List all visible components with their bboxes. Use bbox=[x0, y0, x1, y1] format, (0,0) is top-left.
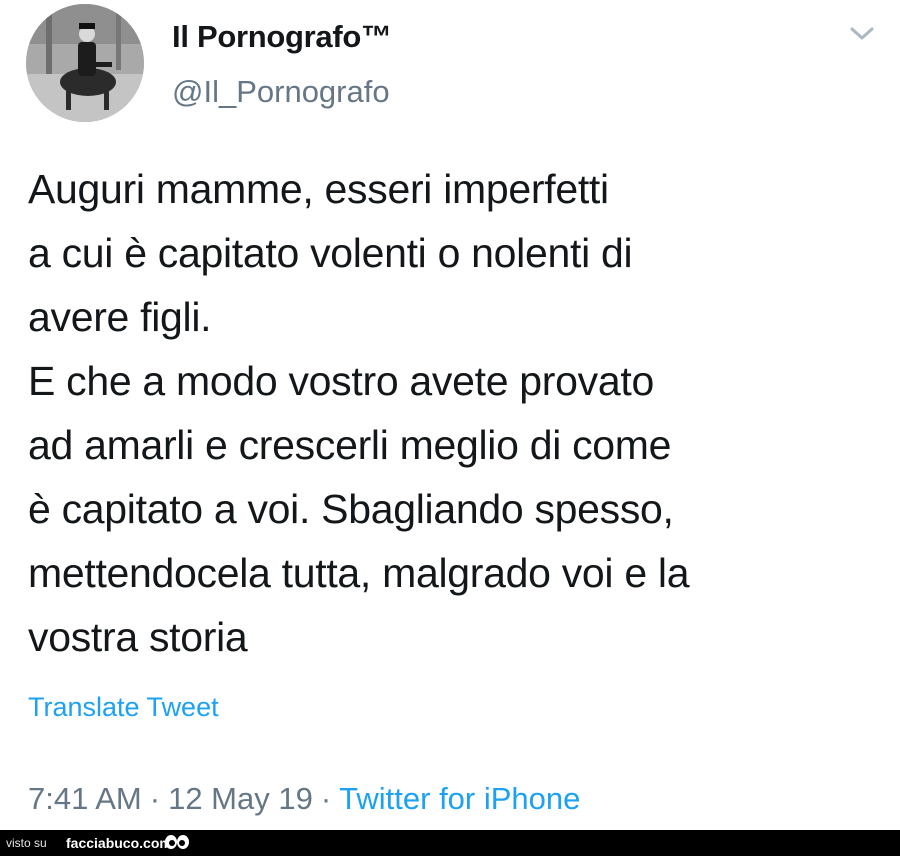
tweet-date[interactable]: 12 May 19 bbox=[168, 781, 313, 816]
tweet-text: Auguri mamme, esseri imperfetti a cui è … bbox=[28, 166, 690, 660]
eyes-logo-icon bbox=[165, 835, 189, 849]
visto-su-label: visto su bbox=[6, 836, 47, 850]
tweet-card: Il Pornografo™ @Il_Pornografo Auguri mam… bbox=[0, 0, 900, 830]
meta-separator: · bbox=[320, 781, 332, 816]
avatar[interactable] bbox=[26, 4, 144, 122]
user-handle[interactable]: @Il_Pornografo bbox=[172, 74, 390, 110]
chevron-down-icon[interactable] bbox=[848, 24, 876, 44]
brand-label[interactable]: facciabuco.com bbox=[66, 835, 172, 851]
tweet-source-link[interactable]: Twitter for iPhone bbox=[339, 781, 580, 816]
translate-tweet-link[interactable]: Translate Tweet bbox=[28, 692, 219, 723]
display-name[interactable]: Il Pornografo™ bbox=[172, 19, 392, 55]
meta-separator: · bbox=[149, 781, 161, 816]
watermark-footer: visto su facciabuco.com bbox=[0, 830, 900, 856]
avatar-photo-icon bbox=[26, 4, 144, 122]
tweet-time[interactable]: 7:41 AM bbox=[28, 781, 142, 816]
tweet-meta: 7:41 AM · 12 May 19 · Twitter for iPhone bbox=[28, 781, 580, 817]
